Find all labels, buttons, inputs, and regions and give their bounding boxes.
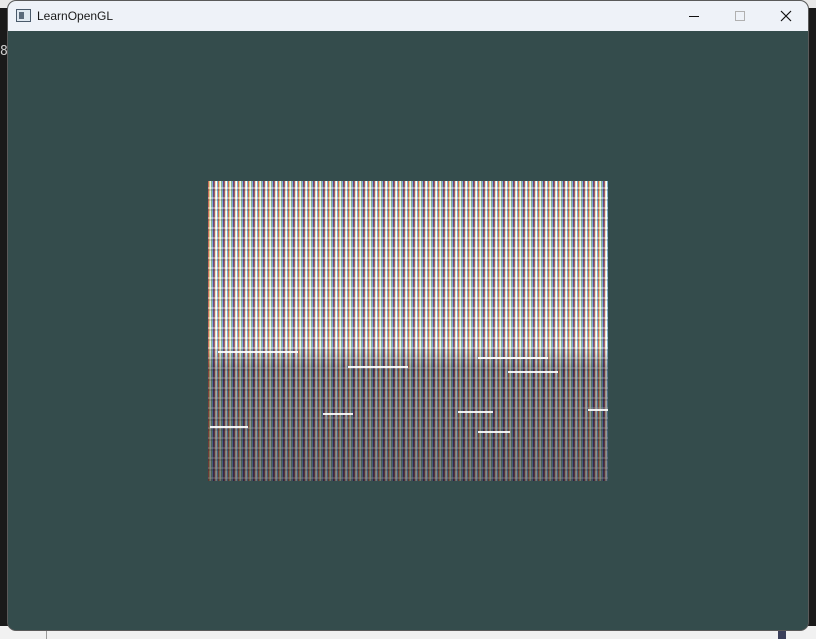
minimize-icon bbox=[689, 15, 699, 17]
render-viewport[interactable] bbox=[8, 31, 808, 630]
close-button[interactable] bbox=[763, 1, 808, 31]
background-console-text: 8 bbox=[0, 44, 8, 59]
close-icon bbox=[780, 10, 792, 22]
title-bar[interactable]: LearnOpenGL bbox=[8, 1, 808, 31]
window-app-icon[interactable] bbox=[16, 9, 31, 22]
maximize-icon bbox=[735, 11, 745, 21]
maximize-button[interactable] bbox=[717, 1, 763, 31]
background-scroll-knob bbox=[778, 630, 786, 639]
minimize-button[interactable] bbox=[671, 1, 717, 31]
opengl-window[interactable]: LearnOpenGL bbox=[8, 1, 808, 630]
rendered-texture-quad bbox=[208, 181, 608, 481]
window-title: LearnOpenGL bbox=[37, 9, 114, 23]
